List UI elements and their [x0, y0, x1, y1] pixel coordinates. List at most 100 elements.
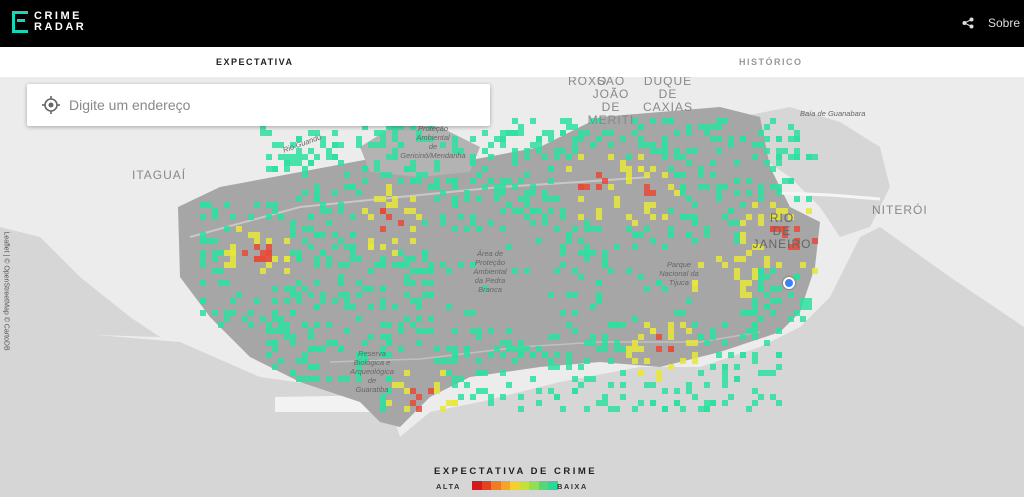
address-input[interactable] — [69, 84, 469, 126]
heat-cell — [416, 328, 422, 334]
heat-cell — [734, 190, 740, 196]
heat-cell — [662, 148, 668, 154]
heat-cell — [752, 358, 758, 364]
heat-cell — [548, 388, 554, 394]
heat-cell — [410, 280, 416, 286]
heat-cell — [530, 352, 536, 358]
heat-cell — [722, 118, 728, 124]
heat-cell — [698, 184, 704, 190]
heat-cell — [266, 340, 272, 346]
heat-cell — [692, 220, 698, 226]
heat-cell — [584, 340, 590, 346]
heat-cell — [428, 292, 434, 298]
heat-cell — [584, 244, 590, 250]
heat-cell — [620, 394, 626, 400]
heat-cell — [254, 232, 260, 238]
map-view[interactable]: ITAGUAÍ ROXO SÃO JOÃO DE MERITI DUQUE DE… — [0, 77, 1024, 497]
heat-cell — [338, 208, 344, 214]
location-marker[interactable] — [783, 277, 795, 289]
heat-cell — [638, 166, 644, 172]
heat-cell — [638, 154, 644, 160]
label-gericino: Proteção Ambiental de Gericinó/Mendanha — [400, 124, 466, 160]
heat-cell — [668, 184, 674, 190]
heat-cell — [764, 304, 770, 310]
heat-cell — [434, 346, 440, 352]
heat-cell — [578, 136, 584, 142]
heat-cell — [410, 400, 416, 406]
tab-historico[interactable]: HISTÓRICO — [739, 57, 803, 67]
share-icon[interactable] — [962, 17, 974, 29]
heat-cell — [764, 148, 770, 154]
heat-cell — [746, 280, 752, 286]
heat-cell — [446, 400, 452, 406]
heat-cell — [314, 232, 320, 238]
heat-cell — [272, 202, 278, 208]
heat-cell — [554, 334, 560, 340]
heat-cell — [404, 292, 410, 298]
heat-cell — [674, 148, 680, 154]
heat-cell — [314, 154, 320, 160]
heat-cell — [356, 280, 362, 286]
heat-cell — [200, 256, 206, 262]
heat-cell — [776, 184, 782, 190]
heat-cell — [308, 292, 314, 298]
heat-cell — [662, 136, 668, 142]
heat-cell — [320, 208, 326, 214]
heat-cell — [578, 154, 584, 160]
tab-expectativa[interactable]: EXPECTATIVA — [216, 57, 294, 67]
heat-cell — [584, 130, 590, 136]
heat-cell — [542, 154, 548, 160]
heat-cell — [302, 352, 308, 358]
locate-icon[interactable] — [41, 95, 61, 115]
heat-cell — [692, 352, 698, 358]
heat-cell — [698, 334, 704, 340]
heat-cell — [668, 166, 674, 172]
heat-cell — [650, 142, 656, 148]
heat-cell — [782, 148, 788, 154]
heat-cell — [296, 292, 302, 298]
heat-cell — [788, 154, 794, 160]
address-search-box[interactable] — [27, 84, 490, 126]
heat-cell — [722, 382, 728, 388]
heat-cell — [368, 304, 374, 310]
heat-cell — [800, 304, 806, 310]
heat-cell — [392, 202, 398, 208]
heat-cell — [680, 154, 686, 160]
heat-cell — [272, 328, 278, 334]
heat-cell — [680, 172, 686, 178]
heat-cell — [662, 172, 668, 178]
heat-cell — [422, 292, 428, 298]
heat-cell — [470, 214, 476, 220]
heat-cell — [428, 268, 434, 274]
heat-cell — [800, 298, 806, 304]
heat-cell — [794, 148, 800, 154]
heat-cell — [212, 268, 218, 274]
heat-cell — [518, 178, 524, 184]
heat-cell — [428, 316, 434, 322]
heat-cell — [278, 358, 284, 364]
heat-cell — [602, 256, 608, 262]
heat-cell — [650, 400, 656, 406]
heat-cell — [452, 328, 458, 334]
heat-cell — [734, 178, 740, 184]
heat-cell — [776, 136, 782, 142]
heat-cell — [752, 388, 758, 394]
heat-cell — [614, 346, 620, 352]
heat-cell — [470, 220, 476, 226]
heat-cell — [476, 370, 482, 376]
crime-radar-logo[interactable]: CRIME RADAR — [12, 11, 94, 33]
about-link[interactable]: Sobre — [988, 16, 1020, 30]
heat-cell — [308, 244, 314, 250]
heat-cell — [626, 172, 632, 178]
heat-cell — [560, 262, 566, 268]
map-attribution[interactable]: Leaflet | © OpenStreetMap © CartoDB — [1, 229, 11, 359]
heat-cell — [296, 160, 302, 166]
heat-cell — [542, 196, 548, 202]
heat-cell — [704, 124, 710, 130]
heat-cell — [758, 394, 764, 400]
heat-cell — [596, 400, 602, 406]
heat-cell — [404, 406, 410, 412]
heat-cell — [464, 346, 470, 352]
heat-cell — [512, 154, 518, 160]
heat-cell — [806, 196, 812, 202]
